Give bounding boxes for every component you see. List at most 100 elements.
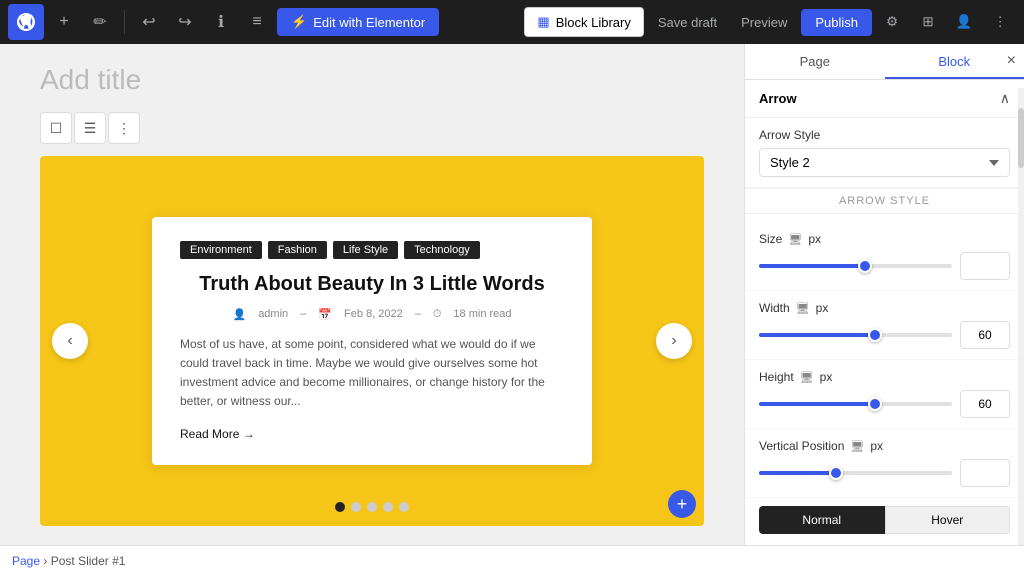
- meta-author: admin: [258, 308, 288, 320]
- color-row: Color ↺: [745, 542, 1024, 545]
- slider-dots: [335, 502, 409, 512]
- vpos-responsive-icon[interactable]: 🖥: [850, 440, 864, 453]
- pen-toolbar-btn[interactable]: ✏: [84, 6, 116, 38]
- vertical-position-label: Vertical Position 🖥 px: [759, 439, 1010, 453]
- width-responsive-icon[interactable]: 🖥: [796, 302, 810, 315]
- size-input[interactable]: [960, 252, 1010, 280]
- block-library-icon: ▦: [537, 14, 549, 30]
- height-input[interactable]: [960, 390, 1010, 418]
- tag-environment: Environment: [180, 241, 262, 259]
- panel-close-btn[interactable]: ×: [1007, 52, 1016, 70]
- height-responsive-icon[interactable]: 🖥: [800, 371, 814, 384]
- size-slider-thumb[interactable]: [858, 259, 872, 273]
- height-label: Height 🖥 px: [759, 370, 1010, 384]
- section-title: Arrow: [759, 91, 797, 106]
- breadcrumb-sep: ›: [43, 554, 50, 568]
- save-draft-btn[interactable]: Save draft: [648, 9, 727, 36]
- meta-sep2: –: [415, 308, 421, 320]
- edit-btn-label: Edit with Elementor: [313, 15, 425, 30]
- undo-btn[interactable]: ↩: [133, 6, 165, 38]
- height-group: Height 🖥 px: [745, 360, 1024, 429]
- settings-icon-btn[interactable]: ⚙: [876, 6, 908, 38]
- width-slider-fill: [759, 333, 875, 337]
- size-responsive-icon[interactable]: 🖥: [788, 233, 802, 246]
- height-slider-row: [759, 390, 1010, 418]
- width-group: Width 🖥 px: [745, 291, 1024, 360]
- dot-2[interactable]: [351, 502, 361, 512]
- meta-date: Feb 8, 2022: [344, 308, 403, 320]
- panel-scrollbar-thumb: [1018, 108, 1024, 168]
- add-block-toolbar-btn[interactable]: +: [48, 6, 80, 38]
- toolbar-sep-1: [124, 10, 125, 34]
- width-slider-thumb[interactable]: [868, 328, 882, 342]
- size-slider-row: [759, 252, 1010, 280]
- width-input[interactable]: [960, 321, 1010, 349]
- edit-with-elementor-btn[interactable]: ⚡ Edit with Elementor: [277, 8, 439, 36]
- slide-card: Environment Fashion Life Style Technolog…: [152, 217, 592, 466]
- state-buttons: Normal Hover: [745, 498, 1024, 542]
- main-container: Add title ☐ ☰ ⋮ ‹ Environment Fashion Li…: [0, 44, 1024, 545]
- more-options-btn[interactable]: ⋮: [984, 6, 1016, 38]
- slide-excerpt: Most of us have, at some point, consider…: [180, 335, 564, 412]
- tag-fashion: Fashion: [268, 241, 327, 259]
- height-slider-thumb[interactable]: [868, 397, 882, 411]
- dot-1[interactable]: [335, 502, 345, 512]
- add-block-btn[interactable]: +: [668, 490, 696, 518]
- list-btn[interactable]: ≡: [241, 6, 273, 38]
- meta-read-icon: ⏱: [433, 308, 442, 321]
- dot-5[interactable]: [399, 502, 409, 512]
- width-slider-track[interactable]: [759, 333, 952, 337]
- block-tool-more-btn[interactable]: ⋮: [108, 112, 140, 144]
- size-group: Size 🖥 px: [745, 222, 1024, 291]
- meta-author-icon: 👤: [232, 308, 246, 321]
- width-label: Width 🖥 px: [759, 301, 1010, 315]
- panel-scrollbar[interactable]: [1018, 88, 1024, 545]
- tab-page[interactable]: Page: [745, 44, 885, 79]
- vpos-input[interactable]: [960, 459, 1010, 487]
- arrow-style-label: Arrow Style: [759, 128, 1010, 142]
- normal-state-btn[interactable]: Normal: [759, 506, 885, 534]
- slider-container: ‹ Environment Fashion Life Style Technol…: [40, 156, 704, 526]
- meta-read: 18 min read: [453, 308, 511, 320]
- redo-btn[interactable]: ↪: [169, 6, 201, 38]
- block-toolbar: ☐ ☰ ⋮: [40, 112, 704, 144]
- read-more-link[interactable]: Read More →: [180, 427, 564, 441]
- arrow-style-select[interactable]: Style 2 Style 1 Style 3: [759, 148, 1010, 177]
- slide-meta: 👤 admin – 📅 Feb 8, 2022 – ⏱ 18 min read: [180, 308, 564, 321]
- add-title[interactable]: Add title: [40, 64, 704, 96]
- breadcrumb-post: Post Slider #1: [51, 554, 126, 568]
- block-library-btn[interactable]: ▦ Block Library: [524, 7, 643, 37]
- panel-tabs: Page Block ×: [745, 44, 1024, 80]
- arrow-section-header: Arrow ∧: [745, 80, 1024, 118]
- slider-arrow-right[interactable]: ›: [656, 323, 692, 359]
- tag-technology: Technology: [404, 241, 480, 259]
- slider-arrow-left[interactable]: ‹: [52, 323, 88, 359]
- block-tool-align-btn[interactable]: ☰: [74, 112, 106, 144]
- block-tool-layout-btn[interactable]: ☐: [40, 112, 72, 144]
- vpos-slider-track[interactable]: [759, 471, 952, 475]
- panel-scrollable: Arrow ∧ Arrow Style Style 2 Style 1 Styl…: [745, 80, 1024, 545]
- size-slider-fill: [759, 264, 865, 268]
- info-btn[interactable]: ℹ: [205, 6, 237, 38]
- right-panel: Page Block × Arrow ∧ Arrow Style Style 2…: [744, 44, 1024, 545]
- preview-btn[interactable]: Preview: [731, 9, 797, 36]
- hover-state-btn[interactable]: Hover: [885, 506, 1011, 534]
- dot-3[interactable]: [367, 502, 377, 512]
- wp-logo[interactable]: [8, 4, 44, 40]
- meta-date-icon: 📅: [318, 308, 332, 321]
- size-slider-track[interactable]: [759, 264, 952, 268]
- tab-block[interactable]: Block: [885, 44, 1024, 79]
- block-library-label: Block Library: [556, 15, 631, 30]
- vpos-slider-row: [759, 459, 1010, 487]
- height-slider-track[interactable]: [759, 402, 952, 406]
- vpos-slider-thumb[interactable]: [829, 466, 843, 480]
- publish-btn[interactable]: Publish: [801, 9, 872, 36]
- user-icon-btn[interactable]: 👤: [948, 6, 980, 38]
- section-collapse-btn[interactable]: ∧: [1000, 90, 1010, 107]
- width-slider-row: [759, 321, 1010, 349]
- dot-4[interactable]: [383, 502, 393, 512]
- height-slider-fill: [759, 402, 875, 406]
- grid-icon-btn[interactable]: ⊞: [912, 6, 944, 38]
- elementor-icon: ⚡: [291, 14, 307, 30]
- breadcrumb-page-link[interactable]: Page: [12, 554, 40, 568]
